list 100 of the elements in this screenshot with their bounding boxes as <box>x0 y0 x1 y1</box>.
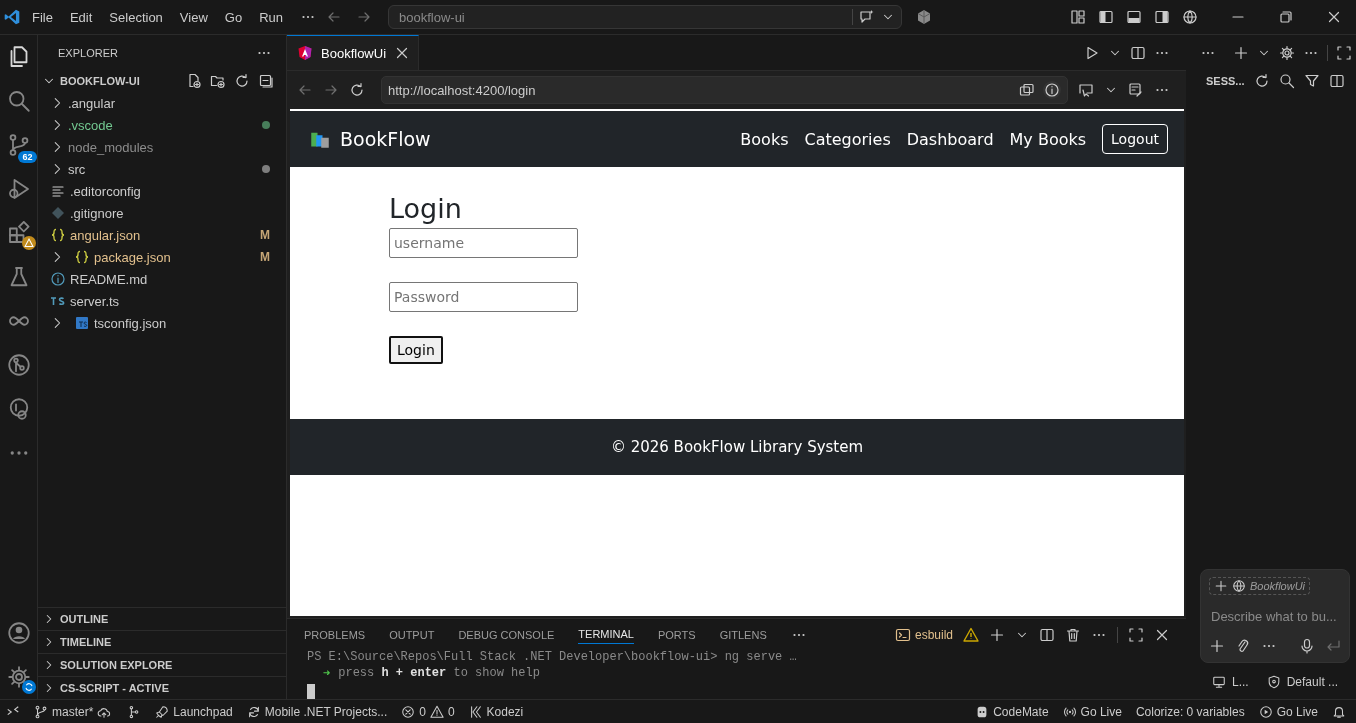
nav-link[interactable]: Dashboard <box>906 129 994 149</box>
input-field[interactable]: username <box>389 228 578 258</box>
section-header[interactable]: SOLUTION EXPLORE <box>60 659 173 671</box>
globe-icon[interactable] <box>1182 9 1198 25</box>
menu-item[interactable]: Run <box>259 9 283 25</box>
tree-item[interactable]: angular.json <box>70 227 141 243</box>
git-graph-icon[interactable] <box>6 353 31 377</box>
menu-item[interactable]: View <box>179 9 208 25</box>
terminal-icon[interactable] <box>894 626 911 643</box>
editor-tab[interactable]: BookflowUi <box>287 35 420 70</box>
account-icon[interactable] <box>6 621 31 645</box>
tree-item[interactable]: README.md <box>70 271 148 287</box>
reload-icon[interactable] <box>349 82 365 98</box>
toggle-panel-icon[interactable] <box>1126 9 1142 25</box>
section-header[interactable]: TIMELINE <box>60 636 112 648</box>
nav-link[interactable]: My Books <box>1009 129 1087 149</box>
input-field[interactable]: Password <box>389 282 578 312</box>
tree-item[interactable]: .editorconfig <box>70 183 141 199</box>
menu-item[interactable]: Go <box>224 9 243 25</box>
address-bar[interactable]: http://localhost:4200/login <box>381 76 1068 104</box>
warning-icon[interactable] <box>429 704 444 719</box>
new-file-icon[interactable] <box>186 73 202 89</box>
tree-item[interactable]: .gitignore <box>70 205 124 221</box>
mode-label[interactable]: L... <box>1232 675 1249 689</box>
section-header[interactable]: OUTLINE <box>60 613 109 625</box>
settings-icon[interactable] <box>1279 44 1295 61</box>
status-item[interactable]: master* <box>52 704 94 719</box>
run-debug-icon[interactable] <box>6 177 31 201</box>
menu-item[interactable]: Edit <box>69 9 93 25</box>
status-item[interactable]: Launchpad <box>173 704 233 719</box>
status-item[interactable]: Colorize: 0 variables <box>1135 704 1245 719</box>
trash-icon[interactable] <box>1065 626 1081 643</box>
plus-icon[interactable] <box>1209 638 1225 654</box>
devtools-icon[interactable] <box>1128 82 1144 98</box>
toggle-sidebar-icon[interactable] <box>1098 9 1114 25</box>
tabs-icon[interactable] <box>1019 82 1035 98</box>
logout-button[interactable]: Logout <box>1102 124 1168 154</box>
panel-tab[interactable]: TERMINAL <box>578 625 634 644</box>
new-chat-icon[interactable] <box>1233 44 1249 61</box>
cast-icon[interactable] <box>1078 82 1094 98</box>
refresh-icon[interactable] <box>1253 73 1270 89</box>
nav-link[interactable]: Categories <box>804 129 891 149</box>
microphone-icon[interactable] <box>1299 638 1315 654</box>
split-editor-icon[interactable] <box>1130 44 1146 61</box>
layout-icon[interactable] <box>1070 9 1086 25</box>
status-item[interactable]: Go Live <box>1276 704 1318 719</box>
menu-item[interactable]: Selection <box>109 9 163 25</box>
section-header[interactable]: CS-SCRIPT - ACTIVE <box>60 682 169 694</box>
search-icon[interactable] <box>1278 73 1295 89</box>
status-item[interactable]: Go Live <box>1080 704 1122 719</box>
error-icon[interactable] <box>401 704 416 719</box>
panel-tab[interactable]: PROBLEMS <box>304 625 366 644</box>
close-icon[interactable] <box>1326 9 1342 25</box>
mode-label[interactable]: Default ... <box>1286 675 1339 689</box>
kodezi-icon[interactable] <box>468 704 483 719</box>
terminal-name[interactable]: esbuild <box>914 627 953 642</box>
status-item[interactable]: CodeMate <box>993 704 1049 719</box>
tree-item[interactable]: src <box>68 161 86 177</box>
warning-count[interactable]: 0 <box>447 704 455 719</box>
command-center[interactable]: bookflow-ui <box>388 5 902 29</box>
tree-item[interactable]: node_modules <box>68 139 154 155</box>
refresh-icon[interactable] <box>234 73 250 89</box>
split-icon[interactable] <box>1328 73 1345 89</box>
tree-item[interactable]: package.json <box>94 249 171 265</box>
split-terminal-icon[interactable] <box>1039 626 1055 643</box>
tree-item[interactable]: server.ts <box>70 293 120 309</box>
shield-icon[interactable] <box>1266 675 1281 689</box>
collapse-all-icon[interactable] <box>258 73 274 89</box>
error-count[interactable]: 0 <box>419 704 426 719</box>
panel-tab[interactable]: PORTS <box>657 625 696 644</box>
search-icon[interactable] <box>6 89 31 113</box>
panel-tab[interactable]: DEBUG CONSOLE <box>458 625 555 644</box>
cube-icon[interactable] <box>916 9 932 25</box>
nav-link[interactable]: Books <box>740 129 789 149</box>
menu-item[interactable]: File <box>32 9 53 25</box>
settings-icon[interactable] <box>6 665 31 689</box>
tree-item[interactable]: tsconfig.json <box>94 315 167 331</box>
new-folder-icon[interactable] <box>210 73 226 89</box>
chat-sparkle-icon[interactable] <box>859 9 875 25</box>
restore-icon[interactable] <box>1278 9 1294 25</box>
brand-link[interactable]: BookFlow <box>340 128 431 150</box>
new-terminal-icon[interactable] <box>989 626 1005 643</box>
folder-title[interactable]: BOOKFLOW-UI <box>60 75 178 87</box>
status-item[interactable]: Kodezi <box>486 704 524 719</box>
tree-item[interactable]: .angular <box>68 95 115 111</box>
extensions-icon[interactable] <box>6 221 31 245</box>
filter-icon[interactable] <box>1303 73 1320 89</box>
panel-tab[interactable]: GITLENS <box>719 625 767 644</box>
toggle-secondary-sidebar-icon[interactable] <box>1154 9 1170 25</box>
context-chip[interactable]: BookflowUi <box>1209 577 1311 595</box>
maximize-icon[interactable] <box>1336 44 1352 61</box>
login-button[interactable]: Login <box>389 336 443 364</box>
panel-tab[interactable]: OUTPUT <box>389 625 435 644</box>
chat-input[interactable]: BookflowUi Describe what to bu... <box>1200 569 1350 663</box>
status-item[interactable]: Mobile .NET Projects... <box>264 704 388 719</box>
tree-item[interactable]: .vscode <box>68 117 113 133</box>
rocket-icon[interactable] <box>155 704 170 719</box>
info-icon[interactable] <box>1043 81 1061 99</box>
sync-icon[interactable] <box>246 704 261 719</box>
bell-icon[interactable] <box>1332 704 1346 719</box>
